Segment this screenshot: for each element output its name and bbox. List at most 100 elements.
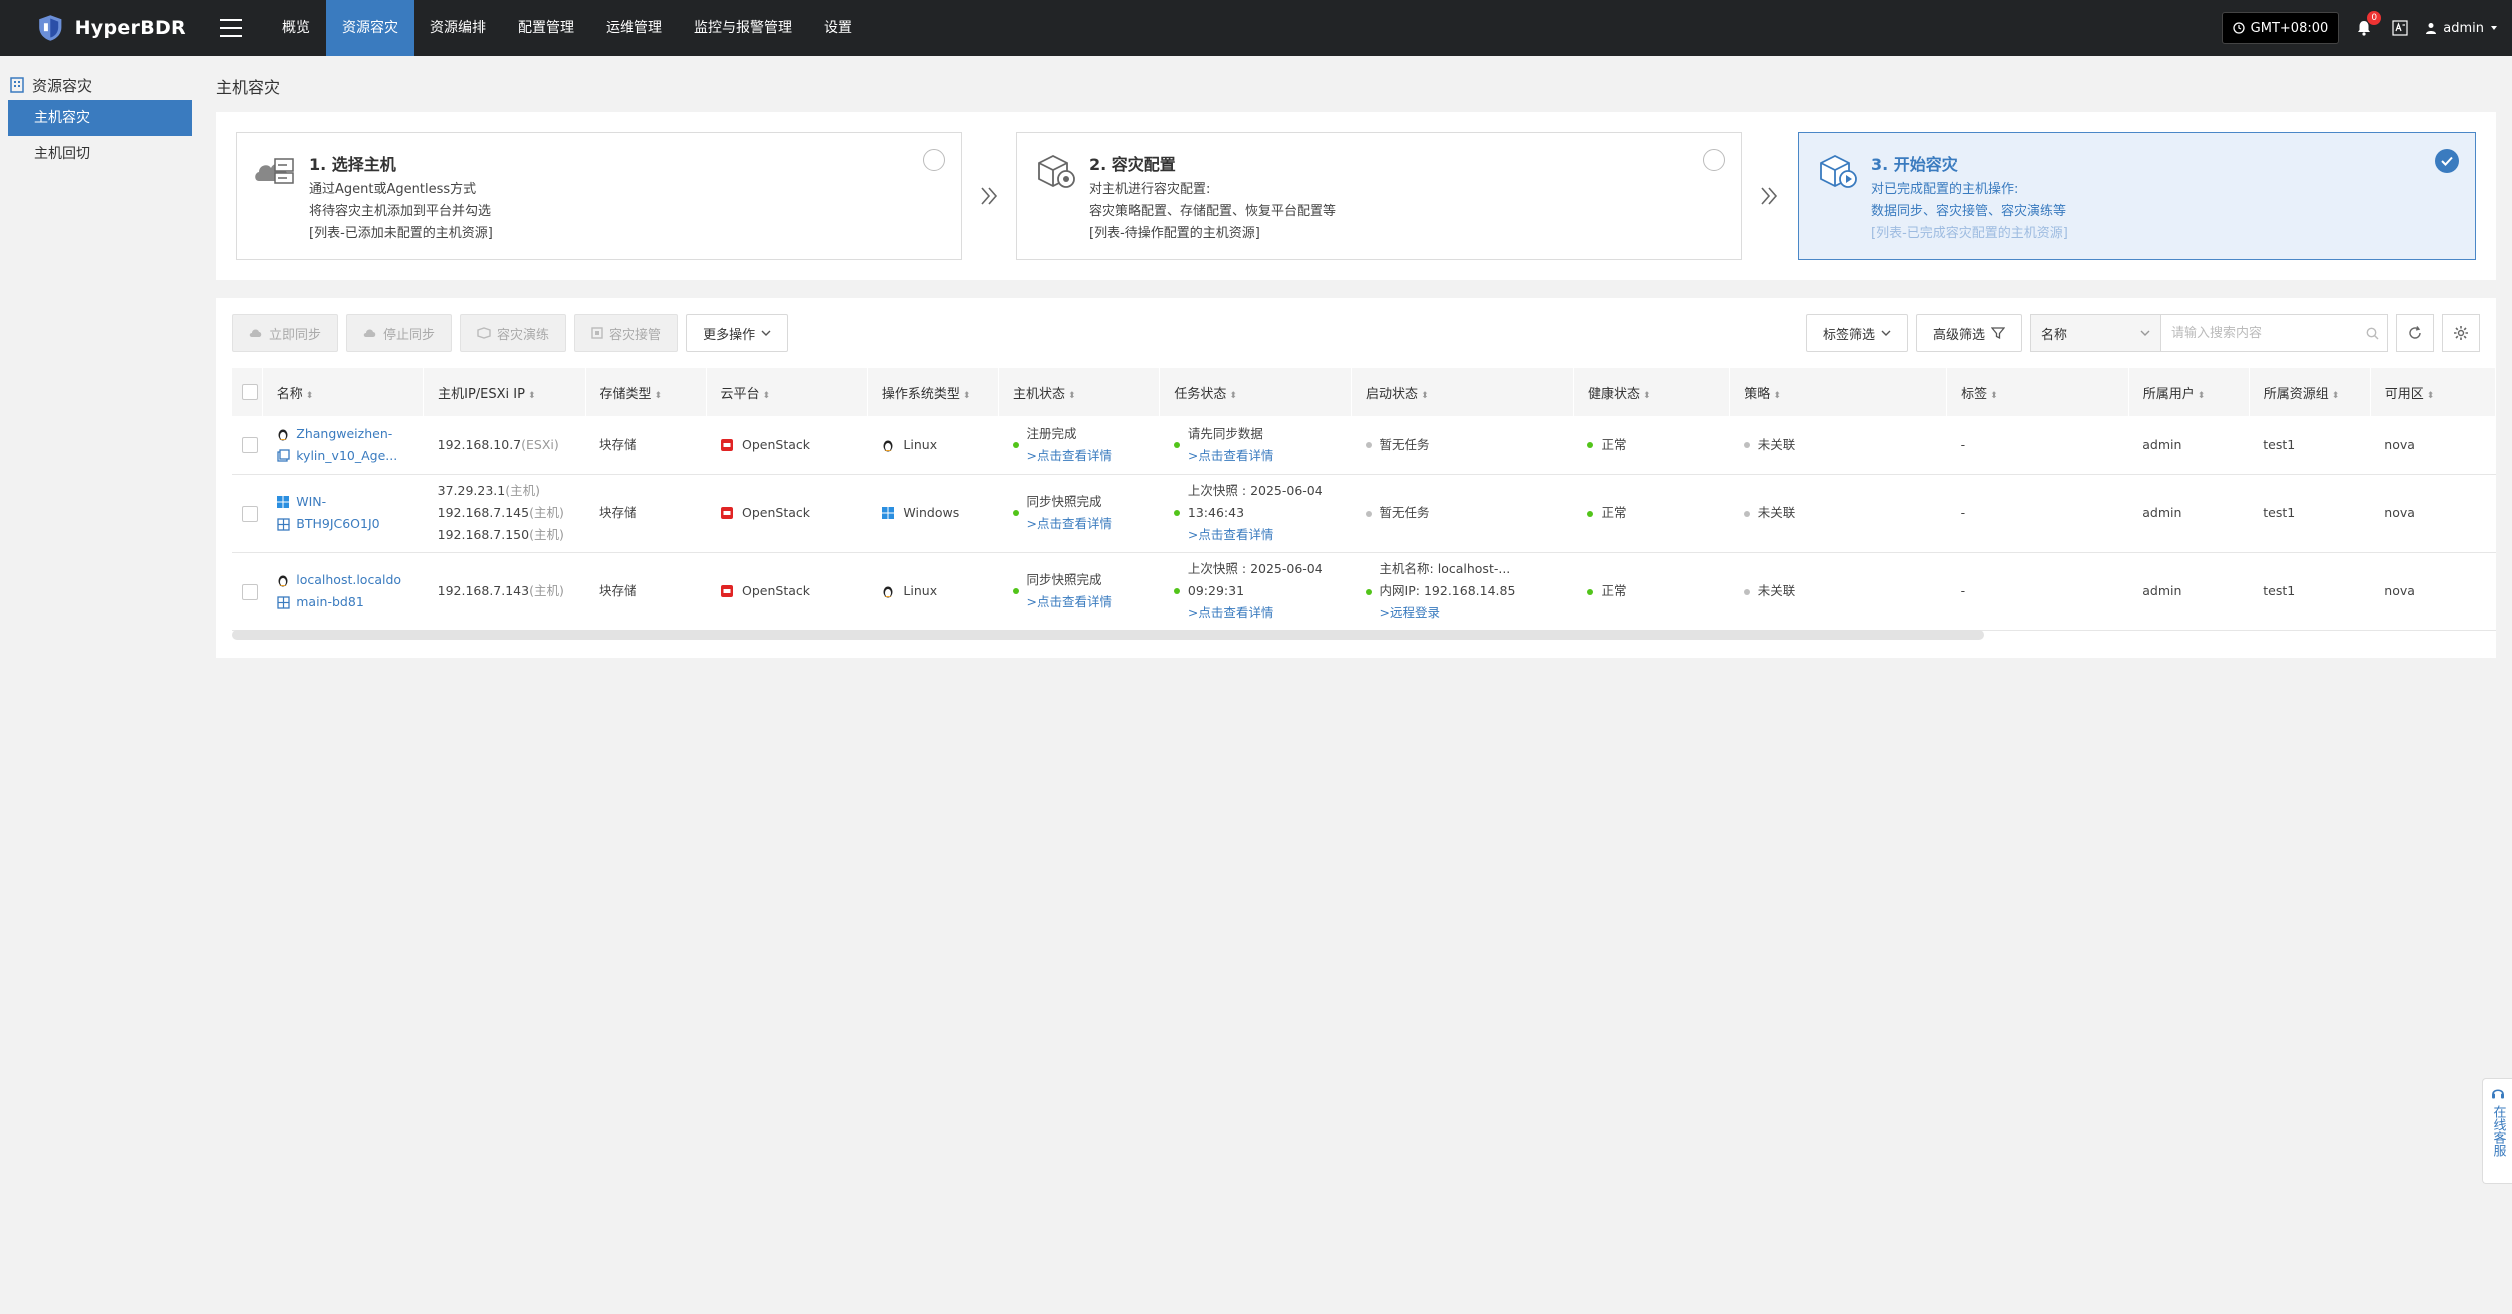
col-header-host-status[interactable]: 主机状态 ⬍ — [998, 368, 1161, 416]
sync-now-button[interactable]: 立即同步 — [232, 314, 339, 352]
translate-icon — [2392, 20, 2408, 36]
task-status-detail-link[interactable]: >点击查看详情 — [1188, 602, 1323, 624]
step-dr-config[interactable]: 2. 容灾配置 对主机进行容灾配置: 容灾策略配置、存储配置、恢复平台配置等 [… — [1016, 132, 1742, 260]
host-name-link[interactable]: kylin_v10_Age... — [296, 445, 397, 467]
col-header-os[interactable]: 操作系统类型 ⬍ — [867, 368, 1000, 416]
col-header-cloud[interactable]: 云平台 ⬍ — [706, 368, 868, 416]
host-status-detail-link[interactable]: >点击查看详情 — [1027, 445, 1112, 467]
dr-drill-button[interactable]: 容灾演练 — [460, 314, 567, 352]
online-support-widget[interactable]: 在线客服 — [2482, 1078, 2512, 1184]
table-row[interactable]: Zhangweizhen- kylin_v10_Age... 192.168.1… — [232, 416, 2496, 475]
ip-value: 192.168.10.7 — [437, 436, 522, 452]
horizontal-scrollbar[interactable] — [232, 630, 1984, 640]
task-status-detail-link[interactable]: >点击查看详情 — [1188, 524, 1323, 546]
cloud-cell: OpenStack — [706, 416, 868, 475]
col-header-zone[interactable]: 可用区 ⬍ — [2370, 368, 2497, 416]
more-actions-button[interactable]: 更多操作 — [686, 314, 789, 352]
host-name-link[interactable]: WIN- — [296, 491, 326, 513]
user-cell: admin — [2128, 416, 2250, 475]
boot-status-cell: 暂无任务 — [1351, 416, 1574, 475]
openstack-icon — [720, 438, 734, 452]
step-3-title: 3. 开始容灾 — [1871, 155, 1958, 174]
col-header-tag[interactable]: 标签 ⬍ — [1946, 368, 2129, 416]
advanced-filter-button[interactable]: 高级筛选 — [1915, 314, 2022, 352]
filter-toolbar: 标签筛选 高级筛选 名称 — [1805, 314, 2480, 352]
app-logo[interactable]: HyperBDR — [36, 10, 186, 46]
os-cell: Windows — [867, 474, 999, 553]
clock-icon — [2233, 22, 2245, 34]
col-header-boot-status[interactable]: 启动状态 ⬍ — [1351, 368, 1574, 416]
host-name-link[interactable]: localhost.localdo — [296, 569, 401, 591]
sidebar-item-host-failback[interactable]: 主机回切 — [8, 136, 192, 172]
task-status-time: 13:46:43 — [1187, 505, 1245, 520]
sort-icon: ⬍ — [2197, 390, 2206, 401]
col-header-policy[interactable]: 策略 ⬍ — [1729, 368, 1948, 416]
host-name-link[interactable]: main-bd81 — [296, 591, 364, 613]
tag-filter-button[interactable]: 标签筛选 — [1805, 314, 1908, 352]
col-header-ip[interactable]: 主机IP/ESXi IP ⬍ — [423, 368, 586, 416]
caret-down-icon — [2491, 26, 2497, 30]
row-checkbox[interactable] — [242, 437, 258, 454]
user-menu[interactable]: admin — [2425, 21, 2498, 36]
sort-icon: ⬍ — [654, 390, 663, 401]
step-select-host[interactable]: 1. 选择主机 通过Agent或Agentless方式 将待容灾主机添加到平台并… — [236, 132, 962, 260]
check-circle-icon[interactable] — [2435, 149, 2459, 173]
stop-sync-button[interactable]: 停止同步 — [346, 314, 453, 352]
nav-config-management[interactable]: 配置管理 — [502, 0, 590, 56]
nav-overview[interactable]: 概览 — [266, 0, 326, 56]
remote-login-link[interactable]: >远程登录 — [1366, 602, 1574, 624]
host-status-detail-link[interactable]: >点击查看详情 — [1027, 591, 1112, 613]
language-switch[interactable] — [2389, 17, 2411, 39]
linux-icon — [881, 584, 895, 598]
cloud-label: OpenStack — [742, 436, 811, 452]
headset-icon — [2491, 1089, 2504, 1099]
host-status-detail-link[interactable]: >点击查看详情 — [1027, 513, 1112, 535]
policy-cell: 未关联 — [1729, 474, 1947, 553]
double-chevron-right-icon — [1754, 176, 1784, 216]
col-header-task-status[interactable]: 任务状态 ⬍ — [1159, 368, 1353, 416]
tag-cell: - — [1946, 552, 2129, 631]
col-header-resource-group[interactable]: 所属资源组 ⬍ — [2249, 368, 2371, 416]
row-checkbox[interactable] — [242, 583, 258, 600]
table-row[interactable]: WIN- BTH9JC6O1J0 37.29.23.1(主机) 192.168.… — [232, 474, 2496, 553]
select-all-cell — [232, 368, 263, 416]
notifications-button[interactable]: 0 — [2353, 11, 2382, 39]
timezone-button[interactable]: GMT+08:00 — [2221, 12, 2340, 44]
task-status-detail-link[interactable]: >点击查看详情 — [1188, 445, 1273, 467]
linux-icon — [276, 573, 290, 587]
step-2-radio[interactable] — [1703, 149, 1725, 171]
sidebar-item-host-dr[interactable]: 主机容灾 — [8, 100, 192, 136]
column-settings-button[interactable] — [2442, 314, 2480, 352]
search-field-select[interactable]: 名称 — [2031, 315, 2161, 351]
status-dot — [1743, 588, 1750, 595]
nav-settings[interactable]: 设置 — [808, 0, 868, 56]
steps-panel: 1. 选择主机 通过Agent或Agentless方式 将待容灾主机添加到平台并… — [216, 112, 2496, 280]
nav-monitoring-alerts[interactable]: 监控与报警管理 — [678, 0, 808, 56]
step-1-line: 将待容灾主机添加到平台并勾选 — [309, 204, 492, 219]
search-input[interactable] — [2161, 315, 2357, 351]
col-header-health[interactable]: 健康状态 ⬍ — [1573, 368, 1731, 416]
row-checkbox[interactable] — [242, 505, 258, 522]
step-start-dr[interactable]: 3. 开始容灾 对已完成配置的主机操作: 数据同步、容灾接管、容灾演练等 [列表… — [1798, 132, 2476, 260]
host-table-panel: 立即同步 停止同步 容灾演练 容灾接管 更多操作 标签筛选 高级筛选 名称 请输… — [216, 298, 2497, 658]
menu-toggle-icon[interactable] — [220, 19, 242, 37]
step-1-radio[interactable] — [923, 149, 945, 171]
search-icon[interactable] — [2357, 315, 2387, 351]
nav-resource-orchestration[interactable]: 资源编排 — [414, 0, 502, 56]
col-header-name[interactable]: 名称 ⬍ — [262, 368, 425, 416]
nav-ops-management[interactable]: 运维管理 — [590, 0, 678, 56]
boot-status-text: 暂无任务 — [1379, 436, 1430, 452]
host-status-cell: 同步快照完成 >点击查看详情 — [998, 474, 1160, 553]
col-task-status-label: 任务状态 — [1174, 386, 1227, 402]
openstack-icon — [720, 506, 734, 520]
host-name-link[interactable]: Zhangweizhen- — [296, 423, 392, 445]
dr-takeover-button[interactable]: 容灾接管 — [574, 314, 679, 352]
col-header-storage[interactable]: 存储类型 ⬍ — [585, 368, 707, 416]
select-all-checkbox[interactable] — [242, 384, 258, 400]
col-header-user[interactable]: 所属用户 ⬍ — [2128, 368, 2250, 416]
table-row[interactable]: localhost.localdo main-bd81 192.168.7.14… — [232, 552, 2496, 631]
host-name-link[interactable]: BTH9JC6O1J0 — [296, 513, 379, 535]
refresh-button[interactable] — [2396, 314, 2434, 352]
status-dot — [1365, 442, 1372, 449]
nav-resource-dr[interactable]: 资源容灾 — [326, 0, 414, 56]
